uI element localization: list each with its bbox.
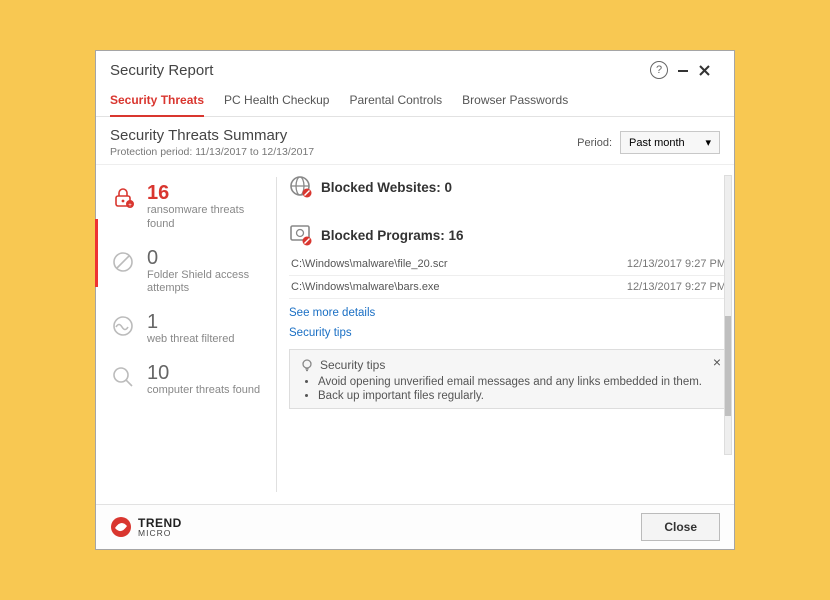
scrollbar-thumb[interactable] <box>725 316 731 416</box>
program-row: C:\Windows\malware\bars.exe 12/13/2017 9… <box>289 276 728 299</box>
lock-alert-icon: + <box>109 183 137 211</box>
computer-label: computer threats found <box>147 384 260 398</box>
tab-pc-health[interactable]: PC Health Checkup <box>224 87 329 116</box>
blocked-programs-header: Blocked Programs: 16 <box>289 223 728 247</box>
stat-computer-threats[interactable]: 10 computer threats found <box>109 355 268 406</box>
tab-security-threats[interactable]: Security Threats <box>110 87 204 117</box>
titlebar: Security Report ? <box>96 51 734 87</box>
brand-logo: TREND MICRO <box>110 516 641 538</box>
svg-text:+: + <box>128 203 132 209</box>
tips-close-button[interactable]: × <box>713 354 721 370</box>
web-label: web threat filtered <box>147 333 234 347</box>
security-tips-link[interactable]: Security tips <box>289 327 728 339</box>
period-label: Period: <box>577 137 612 149</box>
tip-item: Back up important files regularly. <box>318 390 717 402</box>
folder-count: 0 <box>147 248 268 268</box>
help-icon[interactable]: ? <box>650 61 668 79</box>
program-path: C:\Windows\malware\bars.exe <box>291 281 627 293</box>
globe-blocked-icon <box>289 175 313 199</box>
protection-period: Protection period: 11/13/2017 to 12/13/2… <box>110 146 577 158</box>
tab-browser-passwords[interactable]: Browser Passwords <box>462 87 568 116</box>
blocked-websites-title: Blocked Websites: 0 <box>321 180 452 195</box>
details-panel: Blocked Websites: 0 Blocked Programs: 16… <box>277 165 734 504</box>
web-count: 1 <box>147 312 234 332</box>
program-row: C:\Windows\malware\file_20.scr 12/13/201… <box>289 253 728 276</box>
summary-header: Security Threats Summary Protection peri… <box>96 117 734 165</box>
blocked-websites-header: Blocked Websites: 0 <box>289 175 728 199</box>
security-tips-panel: × Security tips Avoid opening unverified… <box>289 349 728 409</box>
stat-ransomware[interactable]: + 16 ransomware threats found <box>109 175 268 240</box>
trend-logo-icon <box>110 516 132 538</box>
stat-web-threat[interactable]: 1 web threat filtered <box>109 304 268 355</box>
stat-folder-shield[interactable]: 0 Folder Shield access attempts <box>109 240 268 305</box>
tab-parental-controls[interactable]: Parental Controls <box>349 87 442 116</box>
ransomware-count: 16 <box>147 183 268 203</box>
ransomware-label: ransomware threats found <box>147 204 268 232</box>
brand-line2: MICRO <box>138 530 182 538</box>
active-indicator-bar <box>95 219 98 287</box>
close-button[interactable]: Close <box>641 513 720 541</box>
tips-list: Avoid opening unverified email messages … <box>300 376 717 402</box>
blocked-circle-icon <box>109 248 137 276</box>
scrollbar[interactable] <box>724 175 732 455</box>
tip-item: Avoid opening unverified email messages … <box>318 376 717 388</box>
minimize-button[interactable] <box>676 63 698 77</box>
stats-sidebar: + 16 ransomware threats found 0 Folder S… <box>96 165 276 504</box>
tips-title: Security tips <box>300 358 717 372</box>
summary-title: Security Threats Summary <box>110 127 577 144</box>
see-more-details-link[interactable]: See more details <box>289 307 728 319</box>
wave-circle-icon <box>109 312 137 340</box>
period-value: Past month <box>629 137 685 149</box>
program-date: 12/13/2017 9:27 PM <box>627 281 726 293</box>
period-dropdown[interactable]: Past month ▾ <box>620 131 720 154</box>
tab-bar: Security Threats PC Health Checkup Paren… <box>96 87 734 117</box>
footer: TREND MICRO Close <box>96 504 734 549</box>
close-window-button[interactable] <box>698 64 720 77</box>
security-report-window: Security Report ? Security Threats PC He… <box>95 50 735 550</box>
app-blocked-icon <box>289 223 313 247</box>
blocked-programs-title: Blocked Programs: 16 <box>321 228 464 243</box>
program-date: 12/13/2017 9:27 PM <box>627 258 726 270</box>
folder-label: Folder Shield access attempts <box>147 269 268 297</box>
content-body: + 16 ransomware threats found 0 Folder S… <box>96 165 734 504</box>
magnifier-icon <box>109 363 137 391</box>
computer-count: 10 <box>147 363 260 383</box>
lightbulb-icon <box>300 358 314 372</box>
chevron-down-icon: ▾ <box>705 136 711 149</box>
program-path: C:\Windows\malware\file_20.scr <box>291 258 627 270</box>
window-title: Security Report <box>110 62 650 79</box>
tips-title-text: Security tips <box>320 358 385 372</box>
